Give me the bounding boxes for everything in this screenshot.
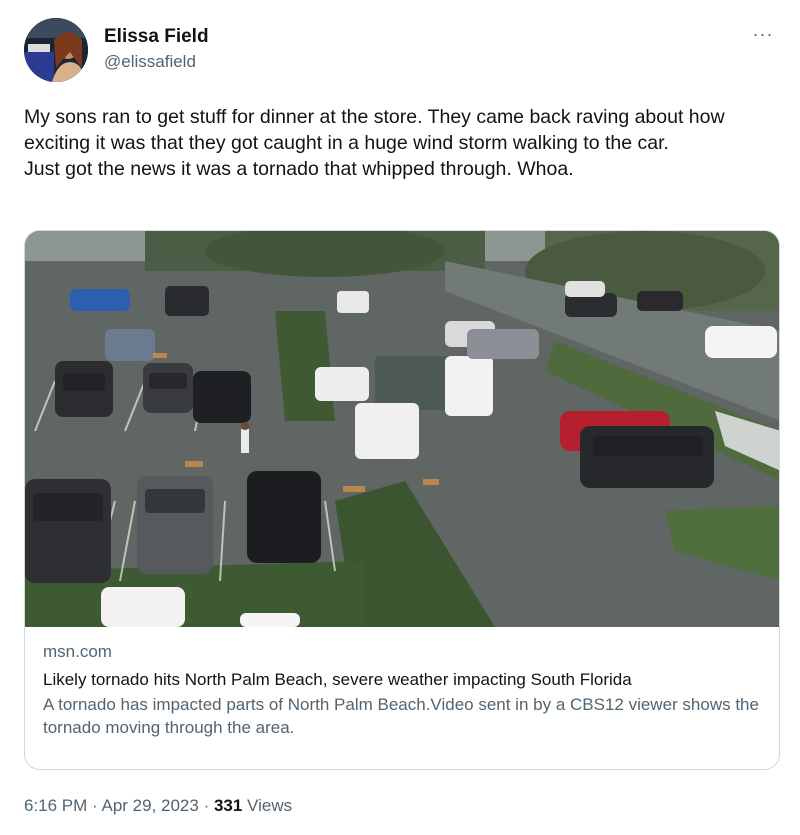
author-handle[interactable]: @elissafield [104,51,209,73]
link-card[interactable]: msn.com Likely tornado hits North Palm B… [24,230,780,770]
author-block: Elissa Field @elissafield [104,26,209,73]
tweet-timestamp[interactable]: 6:16 PM · Apr 29, 2023 [24,796,199,815]
link-card-body: msn.com Likely tornado hits North Palm B… [43,641,763,739]
parking-lot-photo [25,231,779,627]
link-card-domain: msn.com [43,642,112,661]
tweet: Elissa Field @elissafield ··· My sons ra… [0,0,800,835]
tweet-header: Elissa Field @elissafield ··· [24,18,776,84]
link-card-image[interactable] [25,231,779,627]
tweet-text-line-2: Just got the news it was a tornado that … [24,158,574,180]
link-card-description: A tornado has impacted parts of North Pa… [43,695,759,737]
link-card-title: Likely tornado hits North Palm Beach, se… [43,670,632,689]
more-options-icon[interactable]: ··· [750,24,776,44]
views-count: 331 [213,796,243,815]
meta-separator: · [198,796,214,815]
avatar[interactable] [24,18,88,82]
tweet-meta: 6:16 PM · Apr 29, 2023 · 331 Views [24,795,292,817]
tweet-text: My sons ran to get stuff for dinner at t… [24,104,776,182]
author-display-name[interactable]: Elissa Field [104,26,209,48]
avatar-photo [24,18,88,82]
tweet-text-line-1: My sons ran to get stuff for dinner at t… [24,106,725,154]
views-label: Views [242,796,293,815]
